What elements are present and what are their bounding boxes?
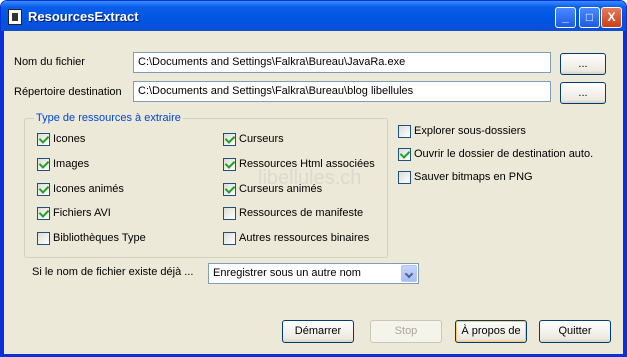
empty-checkbox-icon[interactable] — [223, 206, 236, 220]
checkbox-label: Sauver bitmaps en PNG — [414, 171, 533, 183]
checkmark-icon[interactable] — [37, 182, 50, 196]
checkbox-label: Curseurs — [239, 133, 284, 145]
checkbox-avi-files[interactable]: Fichiers AVI — [37, 205, 111, 221]
app-icon — [8, 9, 22, 25]
start-button[interactable]: Démarrer — [282, 320, 354, 343]
empty-checkbox-icon[interactable] — [398, 124, 411, 138]
checkbox-label: Icones — [53, 133, 86, 145]
quit-button[interactable]: Quitter — [539, 320, 611, 343]
browse-file-button[interactable]: ... — [560, 53, 606, 75]
checkbox-open-destination-folder[interactable]: Ouvrir le dossier de destination auto. — [398, 146, 593, 162]
checkmark-icon[interactable] — [37, 206, 50, 220]
checkbox-manifest-resources[interactable]: Ressources de manifeste — [223, 205, 363, 221]
checkbox-label: Icones animés — [53, 183, 124, 195]
stop-button[interactable]: Stop — [370, 320, 442, 343]
file-name-label: Nom du fichier — [14, 56, 85, 68]
checkbox-images[interactable]: Images — [37, 156, 89, 172]
window-title: ResourcesExtract — [28, 9, 139, 24]
checkmark-icon[interactable] — [223, 182, 236, 196]
checkmark-icon[interactable] — [37, 132, 50, 146]
checkbox-label: Ressources de manifeste — [239, 207, 364, 219]
destination-label: Répertoire destination — [14, 86, 122, 98]
chevron-down-icon[interactable] — [401, 265, 417, 282]
file-exists-selected: Enregistrer sous un autre nom — [213, 267, 361, 279]
minimize-button[interactable]: _ — [555, 7, 576, 28]
main-window: ResourcesExtract _ □ X Nom du fichier C:… — [0, 0, 627, 357]
checkbox-label: Explorer sous-dossiers — [414, 125, 526, 137]
about-button[interactable]: À propos de — [455, 320, 527, 343]
checkbox-type-libraries[interactable]: Bibliothèques Type — [37, 230, 146, 246]
empty-checkbox-icon[interactable] — [398, 170, 411, 184]
file-name-field[interactable]: C:\Documents and Settings\Falkra\Bureau\… — [133, 52, 551, 73]
window-frame-right — [623, 31, 626, 355]
checkbox-cursors[interactable]: Curseurs — [223, 131, 284, 147]
empty-checkbox-icon[interactable] — [223, 231, 236, 245]
checkbox-other-binary-resources[interactable]: Autres ressources binaires — [223, 230, 369, 246]
checkmark-icon[interactable] — [398, 147, 411, 161]
checkbox-label: Bibliothèques Type — [53, 232, 146, 244]
checkmark-icon[interactable] — [223, 157, 236, 171]
checkbox-animated-icons[interactable]: Icones animés — [37, 181, 124, 197]
checkbox-label: Autres ressources binaires — [239, 232, 370, 244]
checkbox-label: Images — [53, 158, 90, 170]
checkbox-label: Fichiers AVI — [53, 207, 111, 219]
checkbox-save-bitmaps-png[interactable]: Sauver bitmaps en PNG — [398, 169, 533, 185]
browse-destination-button[interactable]: ... — [560, 82, 606, 104]
empty-checkbox-icon[interactable] — [37, 231, 50, 245]
checkbox-label: Ouvrir le dossier de destination auto. — [414, 148, 594, 160]
checkmark-icon[interactable] — [223, 132, 236, 146]
close-button[interactable]: X — [601, 7, 622, 28]
checkmark-icon[interactable] — [37, 157, 50, 171]
file-exists-select[interactable]: Enregistrer sous un autre nom — [208, 263, 419, 284]
checkbox-explore-subfolders[interactable]: Explorer sous-dossiers — [398, 123, 526, 139]
checkbox-icons[interactable]: Icones — [37, 131, 85, 147]
maximize-button[interactable]: □ — [579, 7, 600, 28]
file-exists-label: Si le nom de fichier existe déjà ... — [32, 266, 194, 278]
window-frame-left — [1, 31, 4, 355]
destination-field[interactable]: C:\Documents and Settings\Falkra\Bureau\… — [133, 81, 551, 102]
title-bar[interactable]: ResourcesExtract _ □ X — [1, 1, 626, 31]
resource-types-title: Type de ressources à extraire — [34, 112, 183, 124]
watermark: libellules.ch — [258, 167, 362, 189]
